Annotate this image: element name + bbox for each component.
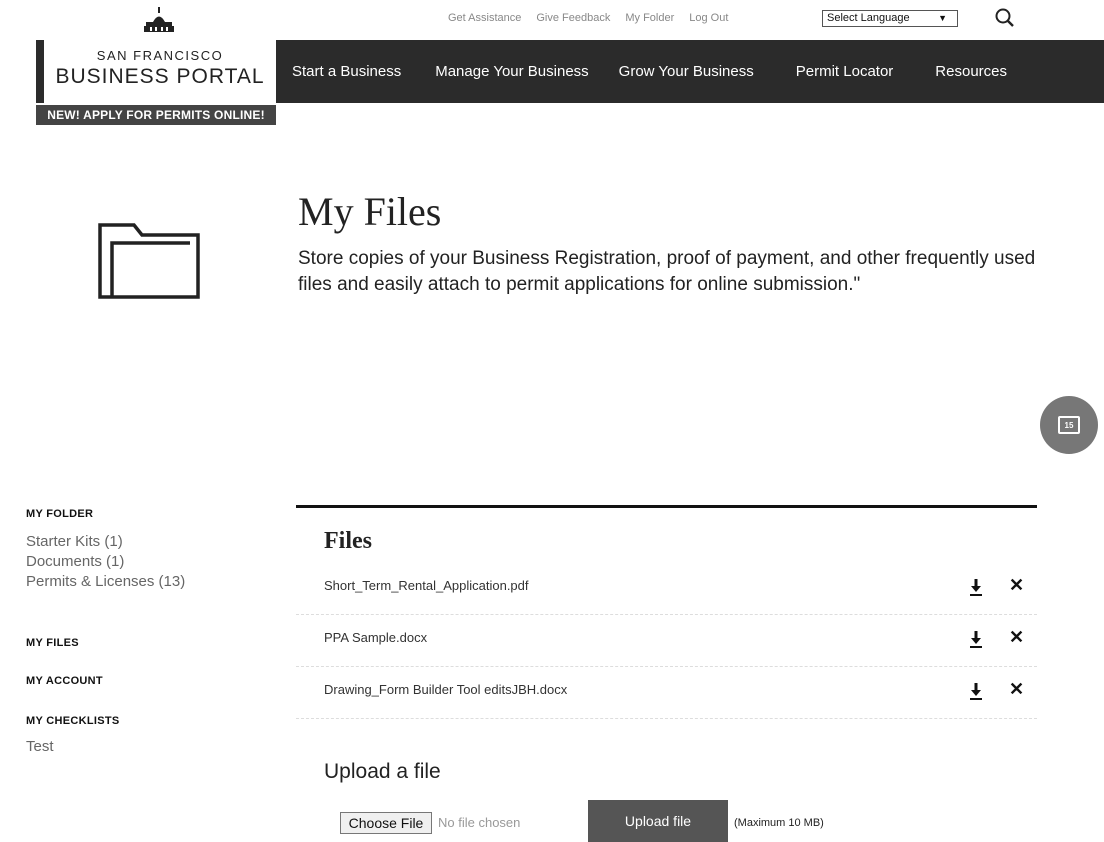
folder-count: 15 <box>1064 420 1074 430</box>
file-name[interactable]: Short_Term_Rental_Application.pdf <box>324 578 529 593</box>
file-name[interactable]: PPA Sample.docx <box>324 630 427 645</box>
page-description: Store copies of your Business Registrati… <box>298 248 1036 295</box>
delete-icon[interactable]: ✕ <box>1009 680 1024 698</box>
nav-manage-business[interactable]: Manage Your Business <box>435 63 588 80</box>
nav-start-business[interactable]: Start a Business <box>292 63 401 80</box>
my-folder-link[interactable]: My Folder <box>625 12 674 24</box>
sidebar-heading-my-folder[interactable]: MY FOLDER <box>26 508 256 520</box>
upload-heading: Upload a file <box>324 760 441 783</box>
sidebar-heading-my-files[interactable]: MY FILES <box>26 637 256 649</box>
delete-icon[interactable]: ✕ <box>1009 576 1024 594</box>
new-permits-banner[interactable]: NEW! APPLY FOR PERMITS ONLINE! <box>36 105 276 125</box>
no-file-chosen-text: No file chosen <box>438 815 521 830</box>
max-size-note: (Maximum 10 MB) <box>734 817 824 829</box>
page-title: My Files <box>298 189 442 234</box>
sidebar-item-documents[interactable]: Documents (1) <box>26 552 256 572</box>
nav-resources[interactable]: Resources <box>935 63 1007 80</box>
file-row: Short_Term_Rental_Application.pdf ✕ <box>296 563 1037 615</box>
file-row: PPA Sample.docx ✕ <box>296 615 1037 667</box>
folder-badge-icon: 15 <box>1058 416 1080 434</box>
logo-line-top: SAN FRANCISCO <box>96 48 224 63</box>
sidebar: MY FOLDER Starter Kits (1) Documents (1)… <box>26 508 256 785</box>
give-feedback-link[interactable]: Give Feedback <box>536 12 610 24</box>
delete-icon[interactable]: ✕ <box>1009 628 1024 646</box>
download-icon[interactable] <box>969 630 983 648</box>
download-icon[interactable] <box>969 682 983 700</box>
utility-bar: Get Assistance Give Feedback My Folder L… <box>0 0 1104 40</box>
get-assistance-link[interactable]: Get Assistance <box>448 12 521 24</box>
folder-count-badge[interactable]: 15 <box>1040 396 1098 454</box>
sidebar-heading-my-account[interactable]: MY ACCOUNT <box>26 675 256 687</box>
upload-file-button[interactable]: Upload file <box>588 800 728 842</box>
nav-permit-locator[interactable]: Permit Locator <box>796 63 894 80</box>
language-select[interactable]: Select Language ▼ <box>822 10 958 27</box>
sidebar-heading-my-checklists[interactable]: MY CHECKLISTS <box>26 715 256 727</box>
sidebar-item-starter-kits[interactable]: Starter Kits (1) <box>26 532 256 552</box>
choose-file-button[interactable]: Choose File <box>340 812 432 834</box>
log-out-link[interactable]: Log Out <box>689 12 728 24</box>
nav-extension <box>1036 40 1104 103</box>
file-row: Drawing_Form Builder Tool editsJBH.docx … <box>296 667 1037 719</box>
city-hall-icon <box>144 7 174 32</box>
files-panel: Files Short_Term_Rental_Application.pdf … <box>296 505 1037 719</box>
language-select-value: Select Language <box>827 12 910 24</box>
folder-icon <box>98 223 200 299</box>
site-logo[interactable]: SAN FRANCISCO BUSINESS PORTAL <box>36 40 276 103</box>
search-icon[interactable] <box>994 7 1016 29</box>
logo-line-main: BUSINESS PORTAL <box>55 65 265 88</box>
sidebar-item-permits-licenses[interactable]: Permits & Licenses (13) <box>26 572 256 592</box>
download-icon[interactable] <box>969 578 983 596</box>
files-heading: Files <box>324 528 372 554</box>
chevron-down-icon: ▼ <box>938 13 947 23</box>
file-name[interactable]: Drawing_Form Builder Tool editsJBH.docx <box>324 682 567 697</box>
nav-grow-business[interactable]: Grow Your Business <box>619 63 754 80</box>
sidebar-item-checklist[interactable]: Test <box>26 737 256 757</box>
main-nav: Start a Business Manage Your Business Gr… <box>276 40 1036 103</box>
file-list: Short_Term_Rental_Application.pdf ✕ PPA … <box>296 563 1037 719</box>
